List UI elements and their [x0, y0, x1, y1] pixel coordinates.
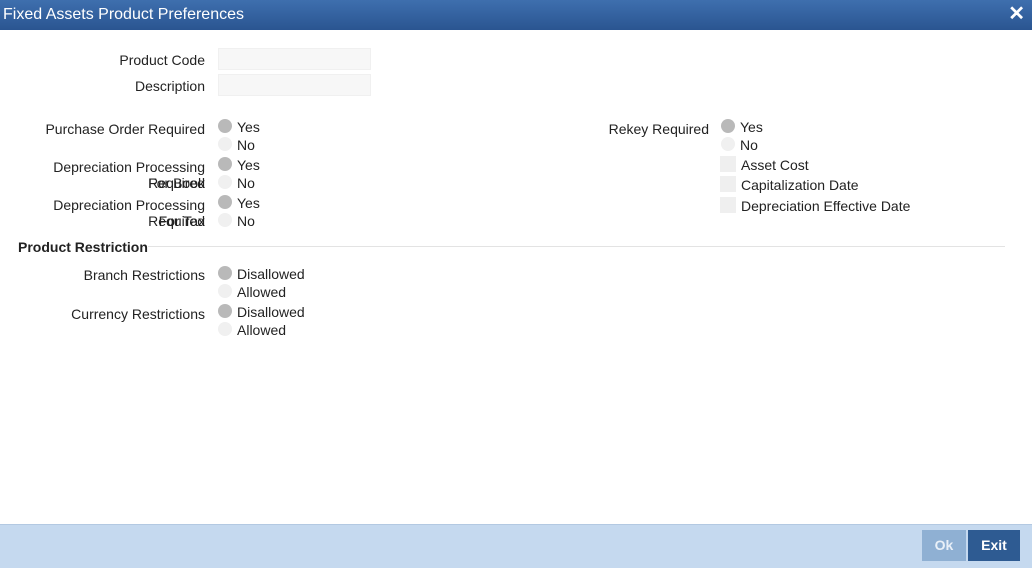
depreciation-tax-yes-label: Yes [237, 195, 260, 211]
depreciation-book-yes-label: Yes [237, 157, 260, 173]
asset-cost-checkbox[interactable] [720, 156, 736, 172]
rekey-yes-label: Yes [740, 119, 763, 135]
asset-cost-label: Asset Cost [741, 157, 809, 173]
branch-restrictions-label: Branch Restrictions [83, 267, 205, 283]
description-label: Description [134, 78, 205, 94]
purchase-order-yes-radio[interactable] [218, 119, 232, 133]
depreciation-book-no-label: No [237, 175, 255, 191]
footer-bar: Ok Exit [0, 524, 1032, 568]
window-title: Fixed Assets Product Preferences [3, 6, 244, 23]
rekey-no-radio[interactable] [721, 137, 735, 151]
purchase-order-no-radio[interactable] [218, 137, 232, 151]
depreciation-tax-no-radio[interactable] [218, 213, 232, 227]
branch-disallowed-label: Disallowed [237, 266, 305, 282]
rekey-yes-radio[interactable] [721, 119, 735, 133]
rekey-required-label: Rekey Required [608, 121, 709, 137]
depreciation-book-no-radio[interactable] [218, 175, 232, 189]
currency-allowed-radio[interactable] [218, 322, 232, 336]
product-restriction-heading: Product Restriction [18, 239, 148, 255]
currency-restrictions-label: Currency Restrictions [71, 306, 205, 322]
depreciation-effective-date-checkbox[interactable] [720, 197, 736, 213]
purchase-order-required-label: Purchase Order Required [45, 121, 205, 137]
purchase-order-no-label: No [237, 137, 255, 153]
currency-disallowed-label: Disallowed [237, 304, 305, 320]
currency-disallowed-radio[interactable] [218, 304, 232, 318]
description-field[interactable] [218, 74, 371, 96]
title-bar: Fixed Assets Product Preferences ✕ [0, 0, 1032, 30]
currency-allowed-label: Allowed [237, 322, 287, 338]
depreciation-tax-label-line2: For Tax [158, 213, 205, 229]
depreciation-tax-yes-radio[interactable] [218, 195, 232, 209]
exit-button[interactable]: Exit [968, 530, 1020, 561]
close-icon[interactable]: ✕ [1008, 4, 1025, 24]
depreciation-book-label-line2: For Book [148, 175, 205, 191]
product-code-label: Product Code [119, 52, 205, 68]
rekey-no-label: No [740, 137, 758, 153]
depreciation-book-yes-radio[interactable] [218, 157, 232, 171]
depreciation-effective-date-label: Depreciation Effective Date [741, 198, 911, 214]
capitalization-date-label: Capitalization Date [741, 177, 859, 193]
branch-disallowed-radio[interactable] [218, 266, 232, 280]
branch-allowed-label: Allowed [237, 284, 287, 300]
depreciation-tax-no-label: No [237, 213, 255, 229]
product-code-field[interactable] [218, 48, 371, 70]
capitalization-date-checkbox[interactable] [720, 176, 736, 192]
branch-allowed-radio[interactable] [218, 284, 232, 298]
ok-button[interactable]: Ok [922, 530, 966, 561]
section-divider [148, 246, 1005, 247]
purchase-order-yes-label: Yes [237, 119, 260, 135]
